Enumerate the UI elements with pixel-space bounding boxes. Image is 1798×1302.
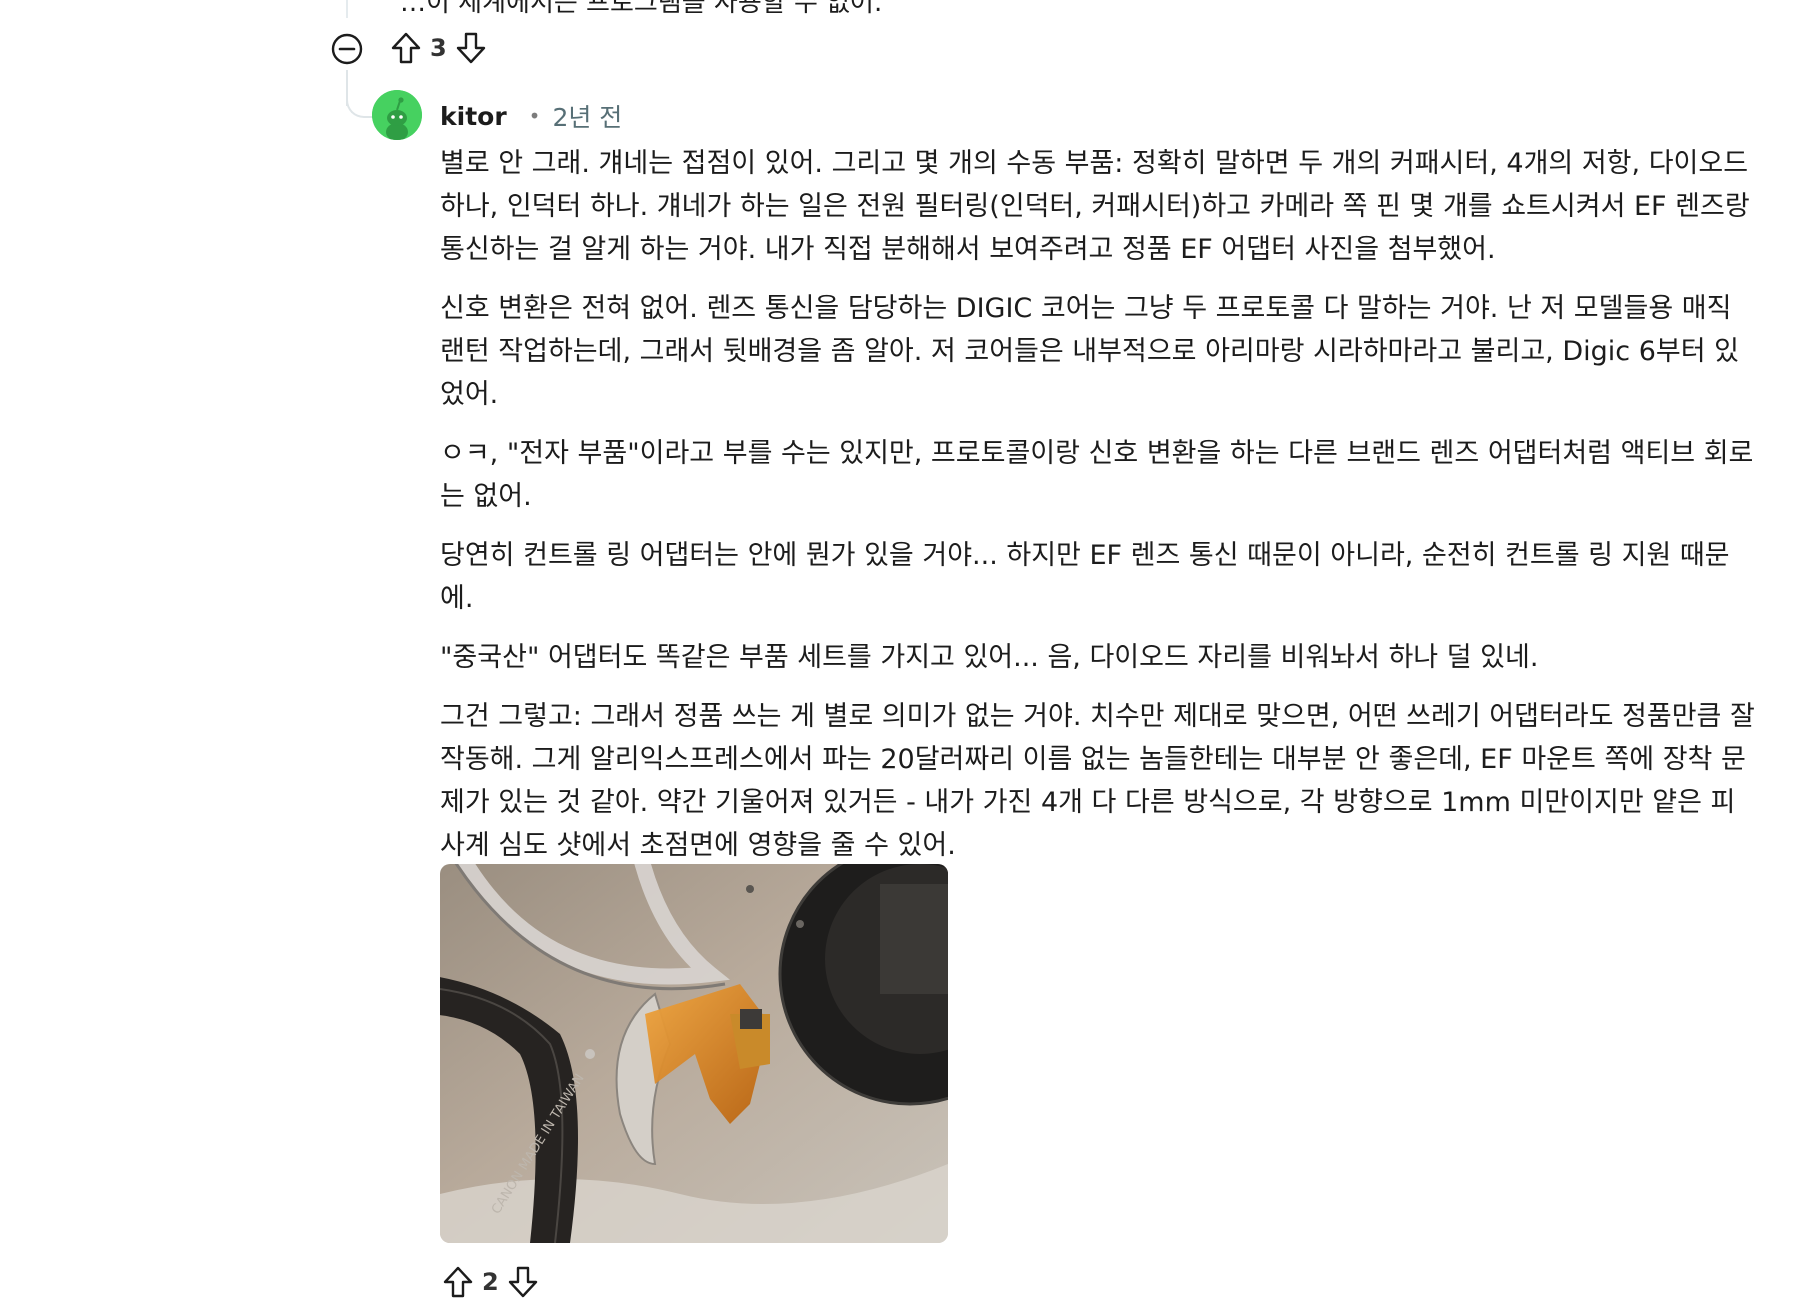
previous-comment-vote-bar: 3 xyxy=(386,28,491,68)
parent-thread-line[interactable] xyxy=(346,0,348,18)
collapse-thread-button[interactable] xyxy=(330,32,364,66)
author-name[interactable]: kitor xyxy=(440,102,507,131)
comment-body: 별로 안 그래. 걔네는 접점이 있어. 그리고 몇 개의 수동 부품: 정확히… xyxy=(440,142,1756,883)
arrow-down-outline-icon xyxy=(456,32,485,64)
previous-comment-text: …이 세계에서는 프로그램을 사용할 수 없어. xyxy=(400,0,883,18)
snoo-avatar-icon xyxy=(372,90,422,140)
comment-paragraph: 별로 안 그래. 걔네는 접점이 있어. 그리고 몇 개의 수동 부품: 정확히… xyxy=(440,148,1750,265)
comment-paragraph: 신호 변환은 전혀 없어. 렌즈 통신을 담당하는 DIGIC 코어는 그냥 두… xyxy=(440,293,1739,410)
author-avatar[interactable] xyxy=(372,90,422,140)
arrow-up-outline-icon xyxy=(391,32,421,64)
comment-paragraph: "중국산" 어댑터도 똑같은 부품 세트를 가지고 있어... 음, 다이오드 … xyxy=(440,642,1539,673)
upvote-button[interactable] xyxy=(386,28,426,68)
comment-vote-bar: 2 xyxy=(438,1262,543,1302)
comment-meta: kitor • 2년 전 xyxy=(440,98,622,134)
reply-connector-curve xyxy=(346,78,374,118)
upvote-button[interactable] xyxy=(438,1262,478,1302)
comment-paragraph: 그건 그렇고: 그래서 정품 쓰는 게 별로 의미가 없는 거야. 치수만 제대… xyxy=(440,701,1755,861)
vote-count: 2 xyxy=(482,1268,499,1296)
disassembled-adapter-photo: CANON MADE IN TAIWAN xyxy=(440,864,948,1243)
arrow-up-outline-icon xyxy=(443,1266,473,1298)
arrow-down-outline-icon xyxy=(508,1266,537,1298)
attached-photo[interactable]: CANON MADE IN TAIWAN xyxy=(440,864,948,1243)
comment-paragraph: 당연히 컨트롤 링 어댑터는 안에 뭔가 있을 거야... 하지만 EF 렌즈 … xyxy=(440,540,1730,614)
comment-paragraph: ㅇㅋ, "전자 부품"이라고 부를 수는 있지만, 프로토콜이랑 신호 변환을 … xyxy=(440,438,1754,512)
minus-circle-icon xyxy=(331,33,363,65)
comment-timestamp[interactable]: 2년 전 xyxy=(552,98,622,134)
vote-count: 3 xyxy=(430,34,447,62)
downvote-button[interactable] xyxy=(451,28,491,68)
downvote-button[interactable] xyxy=(503,1262,543,1302)
meta-separator: • xyxy=(528,104,541,128)
